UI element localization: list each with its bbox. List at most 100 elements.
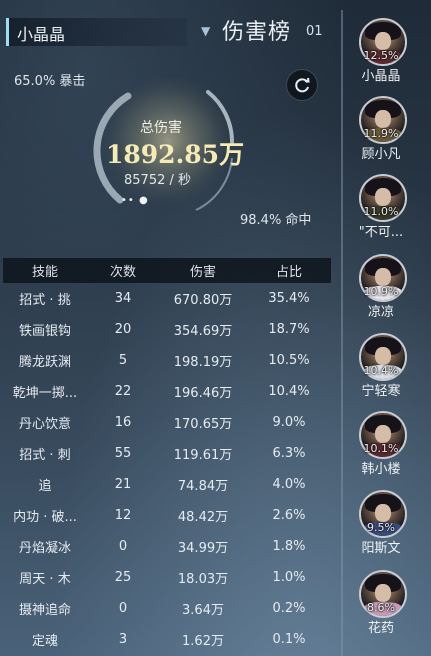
hit-count: 34	[114, 291, 132, 306]
hit-count: 16	[114, 415, 132, 430]
panel-header: 小晶晶 ▼ 伤害榜 01	[0, 10, 336, 50]
player-name: 宁轻寒	[361, 384, 401, 399]
avatar-face	[375, 188, 391, 206]
damage-percent: 1.0%	[272, 570, 306, 585]
player-selector[interactable]: 小晶晶	[6, 18, 187, 46]
skill-name: 腾龙跃渊	[18, 355, 71, 370]
player-name: 韩小楼	[361, 462, 401, 477]
header-count[interactable]: 次数	[87, 261, 159, 280]
caret-down-icon[interactable]: ▼	[201, 24, 210, 38]
hit-count: 0	[118, 539, 128, 554]
table-row[interactable]: 追 21 74.84万 4.0%	[3, 469, 331, 500]
table-row[interactable]: 内功 · 破... 12 48.42万 2.6%	[3, 500, 331, 531]
refresh-button[interactable]	[286, 69, 318, 101]
damage-percent: 9.0%	[272, 415, 306, 430]
damage-panel: 小晶晶 ▼ 伤害榜 01 65.0% 暴击 总伤害 1892.85万 85752…	[0, 0, 336, 656]
skill-name: 摄神追命	[18, 603, 71, 618]
skill-name: 招式 · 挑	[19, 293, 71, 308]
player-name: 花药	[367, 621, 394, 636]
ranking-list: 12.5% 小晶晶 11.9% 顾小凡 11.0% "不可... 10.9% 凉凉 10.4% 宁…	[345, 0, 431, 656]
damage-percent: 10.4%	[268, 384, 310, 399]
hit-count: 3	[118, 632, 128, 647]
player-name: 阳斯文	[361, 541, 401, 556]
damage-value: 1.62万	[182, 634, 224, 649]
header-percent[interactable]: 占比	[247, 261, 331, 280]
skill-name: 乾坤一掷...	[12, 386, 78, 401]
page-index: 01	[306, 24, 323, 39]
avatar-face	[375, 504, 391, 522]
damage-percent: 4.0%	[272, 477, 306, 492]
player-name: 顾小凡	[361, 147, 401, 162]
page-title[interactable]: 伤害榜	[222, 14, 291, 46]
table-row[interactable]: 乾坤一掷... 22 196.46万 10.4%	[3, 376, 331, 407]
damage-value: 3.64万	[182, 603, 224, 618]
damage-value: 74.84万	[177, 479, 229, 494]
page-dots: •• ●	[121, 195, 149, 206]
panel-divider	[341, 10, 343, 656]
table-row[interactable]: 摄神追命 0 3.64万 0.2%	[3, 593, 331, 624]
player-name: "不可...	[358, 225, 404, 240]
dps-value: 85752 / 秒	[124, 173, 191, 188]
crit-rate: 65.0% 暴击	[14, 74, 86, 89]
avatar-face	[375, 32, 391, 50]
damage-percent: 0.1%	[272, 632, 306, 647]
ranking-item[interactable]: 10.1% 韩小楼	[345, 411, 431, 487]
player-percent: 10.1%	[363, 442, 399, 455]
skill-name: 丹焰凝冰	[18, 541, 71, 556]
damage-value: 119.61万	[173, 448, 233, 463]
avatar-face	[375, 425, 391, 443]
hit-count: 21	[114, 477, 132, 492]
player-percent: 10.9%	[363, 285, 399, 298]
ranking-item[interactable]: 11.9% 顾小凡	[345, 96, 431, 172]
table-row[interactable]: 铁画银钩 20 354.69万 18.7%	[3, 314, 331, 345]
skill-name: 定魂	[31, 634, 58, 649]
ranking-item[interactable]: 12.5% 小晶晶	[345, 18, 431, 94]
ranking-item[interactable]: 9.5% 阳斯文	[345, 490, 431, 566]
damage-value: 198.19万	[173, 355, 233, 370]
table-row[interactable]: 丹焰凝冰 0 34.99万 1.8%	[3, 531, 331, 562]
hit-count: 55	[114, 446, 132, 461]
table-row[interactable]: 丹心饮意 16 170.65万 9.0%	[3, 407, 331, 438]
avatar-face	[375, 110, 391, 128]
header-skill[interactable]: 技能	[3, 261, 87, 280]
ranking-item[interactable]: 11.0% "不可...	[345, 174, 431, 250]
ranking-item[interactable]: 10.9% 凉凉	[345, 254, 431, 330]
player-percent: 11.9%	[363, 127, 399, 140]
total-damage-value: 1892.85万	[106, 140, 245, 169]
player-name: 小晶晶	[361, 69, 401, 84]
damage-percent: 10.5%	[268, 353, 310, 368]
skill-damage-table: 技能 次数 伤害 占比 招式 · 挑 34 670.80万 35.4% 铁画银钩 20 35…	[3, 258, 331, 655]
skill-name: 周天 · 木	[19, 572, 71, 587]
table-header: 技能 次数 伤害 占比	[3, 258, 331, 283]
skill-name: 铁画银钩	[18, 324, 71, 339]
damage-value: 170.65万	[173, 417, 233, 432]
skill-name: 丹心饮意	[18, 417, 71, 432]
damage-value: 34.99万	[177, 541, 229, 556]
damage-percent: 6.3%	[272, 446, 306, 461]
table-row[interactable]: 定魂 3 1.62万 0.1%	[3, 624, 331, 655]
hit-count: 5	[118, 353, 128, 368]
damage-value: 670.80万	[173, 293, 233, 308]
damage-value: 18.03万	[177, 572, 229, 587]
ranking-item[interactable]: 8.6% 花药	[345, 570, 431, 646]
table-row[interactable]: 周天 · 木 25 18.03万 1.0%	[3, 562, 331, 593]
avatar-face	[375, 584, 391, 602]
table-row[interactable]: 腾龙跃渊 5 198.19万 10.5%	[3, 345, 331, 376]
table-row[interactable]: 招式 · 刺 55 119.61万 6.3%	[3, 438, 331, 469]
header-damage[interactable]: 伤害	[159, 261, 247, 280]
damage-percent: 18.7%	[268, 322, 310, 337]
ranking-item[interactable]: 10.4% 宁轻寒	[345, 333, 431, 409]
table-row[interactable]: 招式 · 挑 34 670.80万 35.4%	[3, 283, 331, 314]
player-percent: 8.6%	[367, 601, 395, 614]
skill-name: 招式 · 刺	[19, 448, 71, 463]
skill-name: 内功 · 破...	[13, 510, 77, 525]
player-percent: 12.5%	[363, 49, 399, 62]
hit-count: 22	[114, 384, 132, 399]
damage-value: 354.69万	[173, 324, 233, 339]
skill-name: 追	[38, 479, 52, 494]
player-name: 小晶晶	[17, 25, 66, 44]
player-percent: 9.5%	[367, 521, 395, 534]
hit-rate: 98.4% 命中	[240, 213, 312, 228]
damage-percent: 0.2%	[272, 601, 306, 616]
damage-percent: 1.8%	[272, 539, 306, 554]
